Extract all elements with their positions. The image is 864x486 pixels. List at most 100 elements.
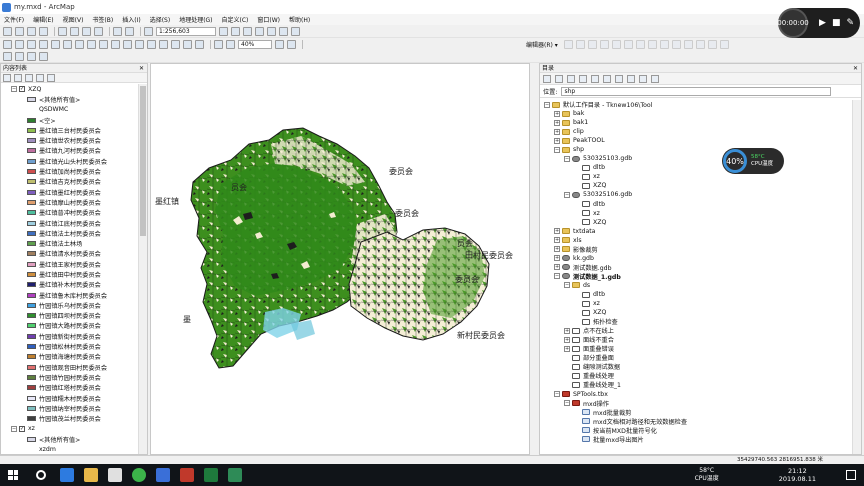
location-input[interactable]: shp	[561, 86, 832, 96]
legend-swatch[interactable]	[27, 189, 36, 195]
html-popup-icon[interactable]	[183, 39, 192, 49]
editor-toolbar-icon[interactable]	[219, 26, 228, 36]
arctoolbox-icon[interactable]	[267, 26, 276, 36]
collapse-icon[interactable]: −	[564, 191, 570, 198]
file-explorer-icon[interactable]	[84, 468, 98, 482]
search-icon[interactable]	[36, 470, 46, 480]
collapse-icon[interactable]: −	[544, 101, 550, 108]
list-by-source-icon[interactable]	[14, 73, 22, 82]
identify-icon[interactable]	[135, 39, 144, 49]
catalog-tree-item[interactable]: 按当前MXD批量符号化	[540, 426, 852, 435]
catalog-tree-item[interactable]: + clip	[540, 127, 852, 136]
find-icon[interactable]	[147, 39, 156, 49]
sketch-properties-icon[interactable]	[707, 39, 717, 49]
collapse-icon[interactable]: −	[11, 425, 17, 432]
legend-swatch[interactable]	[27, 117, 36, 123]
expand-icon[interactable]: +	[554, 255, 560, 262]
catalog-tree-item[interactable]: 重叠线处理	[540, 371, 852, 380]
select-elements-icon[interactable]	[123, 39, 132, 49]
edit-tool-icon[interactable]	[563, 39, 573, 49]
list-by-selection-icon[interactable]	[36, 73, 44, 82]
rotate-element-icon[interactable]	[15, 51, 24, 61]
legend-swatch[interactable]	[27, 148, 36, 154]
legend-swatch[interactable]	[27, 127, 36, 133]
clock[interactable]: 21:12 2019.08.11	[779, 467, 816, 483]
new-icon[interactable]	[3, 26, 12, 36]
undo-icon[interactable]	[113, 26, 122, 36]
add-data-icon[interactable]	[144, 26, 153, 36]
catalog-tree-item[interactable]: + kk.gdb	[540, 254, 852, 263]
arcmap-taskbar-icon[interactable]	[228, 468, 242, 482]
select-features-icon[interactable]	[99, 39, 108, 49]
catalog-tree-item[interactable]: 部分重叠面	[540, 353, 852, 362]
legend-swatch[interactable]	[27, 405, 36, 411]
catalog-tree-item[interactable]: − ds	[540, 281, 852, 290]
layout-zoom-input[interactable]: 40%	[238, 39, 272, 49]
catalog-tree-item[interactable]: − 530325106.gdb	[540, 190, 852, 199]
toc-legend-row[interactable]: 墨红镇三台村民委员会	[1, 125, 138, 135]
menu-item-9[interactable]: 帮助(H)	[289, 15, 310, 24]
toc-legend-row[interactable]: 竹园镇糯木村民委员会	[1, 393, 138, 403]
list-by-visibility-icon[interactable]	[25, 73, 33, 82]
expand-icon[interactable]: +	[564, 345, 570, 352]
catalog-tree-item[interactable]: xz	[540, 299, 852, 308]
layer-visibility-checkbox[interactable]: ✓	[19, 86, 25, 93]
close-icon[interactable]: ✕	[139, 64, 144, 73]
excel-icon[interactable]	[204, 468, 218, 482]
word-icon[interactable]	[156, 468, 170, 482]
catalog-tree-item[interactable]: + bak	[540, 109, 852, 118]
toc-legend-row[interactable]: 墨红镇墨红村民委员会	[1, 187, 138, 197]
menu-item-2[interactable]: 视图(V)	[63, 15, 84, 24]
draw-rectangle-icon[interactable]	[39, 51, 48, 61]
collapse-icon[interactable]: −	[554, 391, 560, 398]
catalog-tree-item[interactable]: 缝隙测试数据	[540, 362, 852, 371]
toc-legend-row[interactable]: 墨红镇世农村民委员会	[1, 135, 138, 145]
layout-pan-icon[interactable]	[226, 39, 235, 49]
notification-icon[interactable]	[846, 470, 856, 480]
legend-swatch[interactable]	[27, 210, 36, 216]
split-icon[interactable]	[671, 39, 681, 49]
menu-item-7[interactable]: 自定义(C)	[222, 15, 249, 24]
modelbuilder-icon[interactable]	[291, 26, 300, 36]
map-view[interactable]: 墨红镇 员会 委员会 委员会 员会 田村民委员会 委员会 新村民委员会 墨	[150, 63, 530, 455]
back-icon[interactable]	[543, 74, 551, 83]
toc-legend-row[interactable]: 墨红镇吉克村民委员会	[1, 177, 138, 187]
close-icon[interactable]: ✕	[853, 64, 858, 73]
expand-icon[interactable]: +	[554, 246, 560, 253]
edit-vertices-icon[interactable]	[635, 39, 645, 49]
toc-legend-row[interactable]: 墨红镇加尚村民委员会	[1, 166, 138, 176]
forward-extent-icon[interactable]	[87, 39, 96, 49]
legend-swatch[interactable]	[27, 374, 36, 380]
toc-legend-row[interactable]: 竹园镇观音田村民委员会	[1, 362, 138, 372]
legend-swatch[interactable]	[27, 395, 36, 401]
catalog-tree-item[interactable]: dltb	[540, 163, 852, 172]
toc-window-icon[interactable]	[231, 26, 240, 36]
delete-icon[interactable]	[94, 26, 103, 36]
legend-swatch[interactable]	[27, 251, 36, 257]
legend-swatch[interactable]	[27, 302, 36, 308]
straight-segment-icon[interactable]	[587, 39, 597, 49]
rotate-icon[interactable]	[683, 39, 693, 49]
toc-legend-row[interactable]: 竹园镇乐乌村民委员会	[1, 300, 138, 310]
toc-legend-row[interactable]: 墨红镇普冲村民委员会	[1, 208, 138, 218]
catalog-tree-item[interactable]: + xls	[540, 236, 852, 245]
catalog-tree-item[interactable]: XZQ	[540, 218, 852, 227]
catalog-tree-item[interactable]: dltb	[540, 200, 852, 209]
legend-swatch[interactable]	[27, 282, 36, 288]
expand-icon[interactable]: +	[554, 228, 560, 235]
stop-icon[interactable]: ■	[832, 18, 841, 28]
copy-icon[interactable]	[70, 26, 79, 36]
legend-swatch[interactable]	[27, 292, 36, 298]
legend-swatch[interactable]	[27, 344, 36, 350]
catalog-tree-item[interactable]: + 测试数据.gdb	[540, 263, 852, 272]
toc-legend-row[interactable]: 墨红镇法土村民委员会	[1, 228, 138, 238]
toc-legend-row[interactable]: 竹园镇大路村民委员会	[1, 321, 138, 331]
back-extent-icon[interactable]	[75, 39, 84, 49]
fixed-zoom-in-icon[interactable]	[51, 39, 60, 49]
fixed-zoom-out-icon[interactable]	[63, 39, 72, 49]
collapse-icon[interactable]: −	[554, 146, 560, 153]
catalog-tree-item[interactable]: + 面重叠错误	[540, 344, 852, 353]
store-icon[interactable]	[108, 468, 122, 482]
menu-item-1[interactable]: 编辑(E)	[33, 15, 53, 24]
toc-legend-row[interactable]: <其他所有值>	[1, 94, 138, 104]
